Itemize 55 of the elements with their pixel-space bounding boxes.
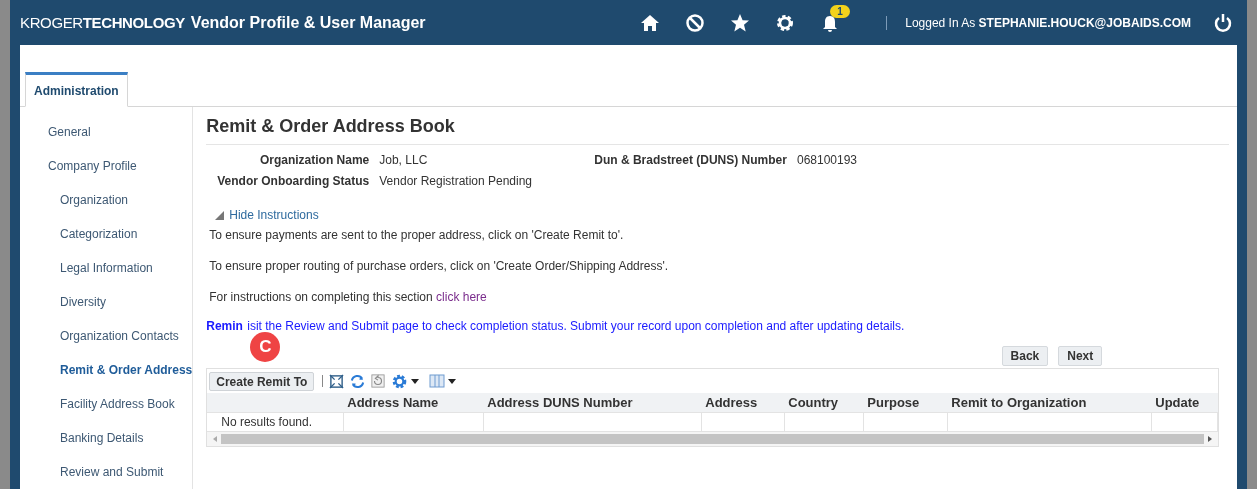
app-title: Vendor Profile & User Manager [190,12,426,33]
power-icon[interactable] [1213,12,1233,33]
field-label: Organization Name [258,152,370,169]
logged-in-text: Logged In As STEPHANIE.HOUCK@JOBAIDS.COM [905,14,1191,32]
dropdown-caret-icon[interactable] [448,378,457,384]
column-header: Address [704,394,759,412]
column-header: Country [787,394,840,412]
brand-logo-text: KROGER [20,12,83,33]
tab[interactable]: Administration [25,72,128,107]
field-label: Vendor Onboarding Status [216,173,370,190]
sidebar-item[interactable]: Review and Submit [20,455,193,489]
create-remit-button[interactable]: Create Remit To [209,371,315,391]
sidebar-item[interactable]: Facility Address Book [20,387,193,421]
sidebar-item[interactable]: Remit & Order Address [20,353,193,387]
callout-badge: C [250,332,281,362]
page-title: Remit & Order Address Book [206,113,1230,145]
star-icon[interactable] [730,12,751,33]
instruction-text: For instructions on completing this section click here [209,289,488,306]
field-value: 068100193 [796,152,858,169]
sidebar-item[interactable]: Categorization [20,217,193,251]
refresh-icon[interactable] [350,373,366,389]
brand-logo-text: TECHNOLOGY [82,12,185,33]
reminder-text: isit the Review and Submit page to check completion status. Submit your record upon completion and after updating details. [247,318,905,335]
reset-icon[interactable] [371,374,386,388]
field-label: Dun & Bradstreet (DUNS) Number [594,152,787,169]
dropdown-caret-icon[interactable] [411,378,420,384]
hide-instructions-link[interactable]: Hide Instructions [229,206,319,224]
help-link[interactable]: click here [436,290,487,304]
sidebar-item[interactable]: Legal Information [20,251,193,285]
horizontal-scrollbar[interactable] [207,431,1219,446]
sidebar-item[interactable]: Diversity [20,285,193,319]
sidebar-item[interactable]: General [20,115,193,149]
field-value: Vendor Registration Pending [379,173,534,190]
notification-badge: 1 [830,4,850,18]
sidebar-item[interactable]: Organization Contacts [20,319,193,353]
column-header: Remit to Organization [950,394,1088,412]
column-header: Address Name [346,394,440,412]
blocked-icon[interactable] [685,12,706,33]
reminder-label: Remin [206,318,244,335]
collapse-triangle-icon[interactable] [215,210,225,220]
nav-button[interactable]: Back [1001,346,1049,366]
home-icon[interactable] [640,12,661,33]
sidebar-item[interactable]: Organization [20,183,193,217]
instruction-text: To ensure proper routing of purchase orders, click on 'Create Order/Shipping Address'. [209,258,670,275]
settings-icon[interactable] [391,372,409,390]
column-header: Purpose [866,394,921,412]
detach-icon[interactable] [329,373,345,389]
column-header: Update [1154,394,1201,412]
field-value: Job, LLC [379,152,429,169]
sidebar-item[interactable]: Company Profile [20,149,193,183]
settings-icon[interactable] [775,12,796,33]
nav-button[interactable]: Next [1058,346,1103,366]
sidebar-item[interactable]: Banking Details [20,421,193,455]
instruction-text: To ensure payments are sent to the proper address, click on 'Create Remit to'. [209,227,625,244]
column-header: Address DUNS Number [486,394,634,412]
